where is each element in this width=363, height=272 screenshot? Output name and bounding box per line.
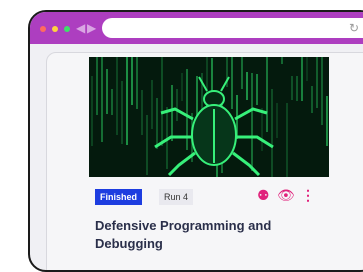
- matrix-streak: [151, 80, 153, 129]
- matrix-streak: [276, 103, 278, 138]
- eye-icon[interactable]: 👁: [277, 185, 295, 205]
- matrix-streak: [266, 57, 268, 132]
- pin-icon[interactable]: ⚉: [257, 185, 270, 205]
- close-window-button[interactable]: [40, 26, 46, 32]
- matrix-streak: [241, 57, 243, 89]
- matrix-streak: [111, 89, 113, 115]
- matrix-streak: [281, 57, 283, 64]
- browser-window: ◀ ▶ ↻ ★: [28, 10, 363, 272]
- matrix-streak: [251, 73, 253, 171]
- matrix-streak: [161, 57, 163, 146]
- matrix-streak: [96, 57, 98, 115]
- matrix-streak: [121, 81, 123, 144]
- matrix-streak: [126, 57, 128, 145]
- minimize-window-button[interactable]: [52, 26, 58, 32]
- course-title[interactable]: Defensive Programming and Debugging: [95, 217, 325, 253]
- matrix-streak: [231, 57, 233, 109]
- matrix-streak: [321, 57, 323, 125]
- run-badge: Run 4: [159, 189, 194, 205]
- matrix-streak: [146, 115, 148, 175]
- matrix-streak: [296, 76, 298, 101]
- matrix-streak: [291, 76, 293, 100]
- browser-toolbar: ◀ ▶ ↻ ★: [30, 12, 363, 44]
- matrix-streak: [306, 57, 308, 81]
- bug-matrix-image: [91, 57, 328, 177]
- matrix-streak: [181, 73, 183, 101]
- matrix-streak: [156, 98, 158, 149]
- matrix-streak: [141, 90, 143, 135]
- more-options-icon[interactable]: ⋮: [301, 185, 315, 205]
- matrix-streak: [301, 57, 303, 101]
- course-card[interactable]: Finished Run 4 ⚉ 👁 ⋮ Defensive Programmi…: [46, 52, 363, 270]
- matrix-streak: [316, 57, 318, 108]
- matrix-streak: [91, 76, 93, 146]
- status-badge: Finished: [95, 189, 143, 205]
- forward-icon[interactable]: ▶: [87, 21, 96, 35]
- matrix-streak: [131, 57, 133, 105]
- address-bar[interactable]: ↻: [102, 18, 363, 38]
- matrix-streak: [286, 103, 288, 177]
- matrix-streak: [271, 89, 273, 177]
- matrix-streak: [326, 96, 328, 146]
- matrix-streak: [136, 57, 138, 109]
- maximize-window-button[interactable]: [64, 26, 70, 32]
- matrix-streak: [176, 89, 178, 121]
- matrix-streak: [246, 72, 248, 100]
- matrix-streak: [256, 74, 258, 105]
- back-icon[interactable]: ◀: [76, 21, 85, 35]
- matrix-streak: [101, 57, 103, 142]
- matrix-streak: [261, 108, 263, 151]
- matrix-streak: [106, 69, 108, 114]
- reload-icon[interactable]: ↻: [349, 21, 359, 35]
- matrix-streak: [116, 57, 118, 135]
- matrix-streak: [311, 86, 313, 113]
- course-thumbnail: [89, 57, 329, 177]
- matrix-streak: [171, 85, 173, 141]
